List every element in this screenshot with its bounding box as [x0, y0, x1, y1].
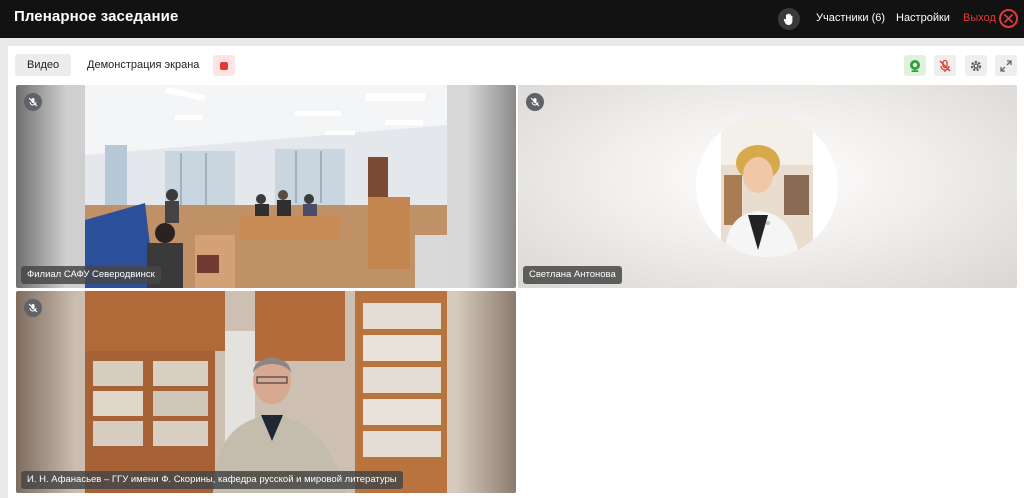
- mic-off-icon: [530, 97, 540, 107]
- camera-icon: [910, 59, 920, 72]
- top-bar: Пленарное заседание Участники (6) Настро…: [0, 0, 1024, 38]
- video-stream-office: [85, 291, 447, 493]
- hand-icon: [783, 13, 793, 25]
- muted-indicator: [24, 93, 42, 111]
- mic-off-icon: [28, 97, 38, 107]
- participant-avatar: [696, 115, 838, 257]
- video-tile[interactable]: Филиал САФУ Северодвинск: [16, 85, 516, 288]
- settings-gear-button[interactable]: [965, 55, 987, 76]
- avatar-image: [696, 115, 838, 257]
- record-icon: [220, 61, 228, 70]
- gear-icon: [970, 60, 982, 71]
- raise-hand-button[interactable]: [778, 8, 800, 30]
- office-image: [85, 291, 447, 493]
- video-tile[interactable]: Светлана Антонова: [518, 85, 1017, 288]
- tab-screen-share[interactable]: Демонстрация экрана: [75, 54, 211, 76]
- participant-name: Филиал САФУ Северодвинск: [21, 266, 161, 284]
- video-tile[interactable]: И. Н. Афанасьев – ГГУ имени Ф. Скорины, …: [16, 291, 516, 493]
- video-stream-conference-hall: [85, 85, 447, 288]
- close-icon[interactable]: [999, 9, 1018, 28]
- view-toolbar: Видео Демонстрация экрана: [8, 46, 1024, 84]
- page-title: Пленарное заседание: [14, 8, 179, 25]
- exit-button[interactable]: Выход: [963, 12, 996, 24]
- camera-toggle-button[interactable]: [904, 55, 926, 76]
- participant-name: Светлана Антонова: [523, 266, 622, 284]
- record-button[interactable]: [213, 55, 235, 76]
- expand-icon: [1000, 59, 1012, 72]
- mic-off-icon: [939, 59, 951, 72]
- close-x-icon: [1004, 14, 1013, 23]
- conference-hall-image: [85, 85, 447, 288]
- participants-button[interactable]: Участники (6): [816, 12, 885, 24]
- settings-button[interactable]: Настройки: [896, 12, 950, 24]
- fullscreen-button[interactable]: [995, 55, 1017, 76]
- muted-indicator: [526, 93, 544, 111]
- tab-video[interactable]: Видео: [15, 54, 72, 76]
- participant-name: И. Н. Афанасьев – ГГУ имени Ф. Скорины, …: [21, 471, 403, 489]
- muted-indicator: [24, 299, 42, 317]
- microphone-toggle-button[interactable]: [934, 55, 956, 76]
- mic-off-icon: [28, 303, 38, 313]
